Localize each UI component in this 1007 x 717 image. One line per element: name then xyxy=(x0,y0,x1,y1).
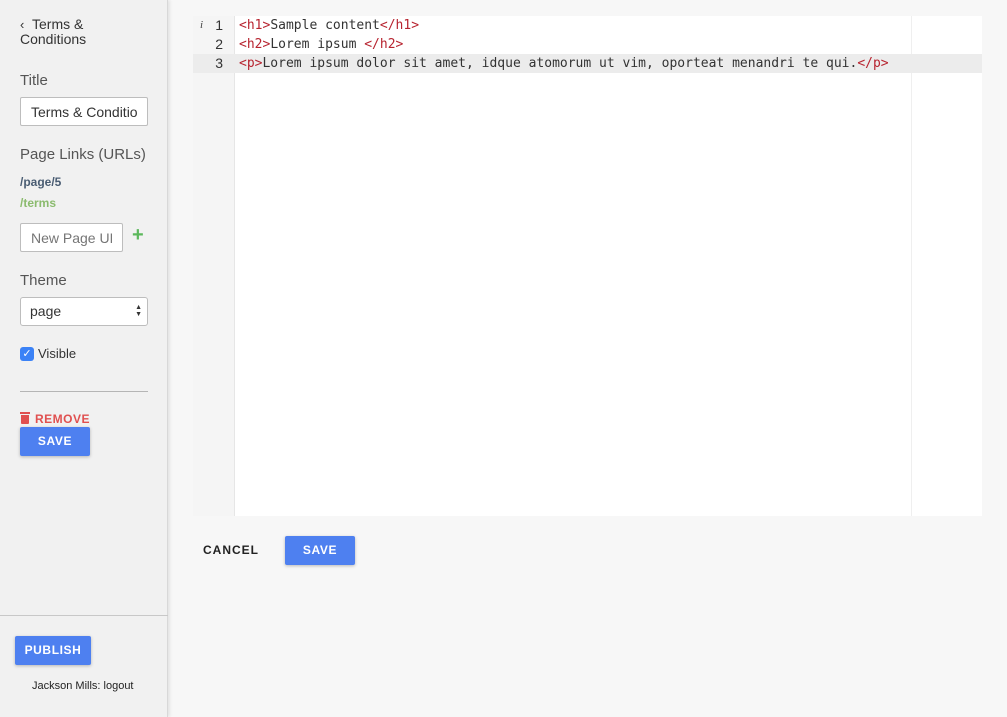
divider xyxy=(0,615,168,616)
divider xyxy=(20,391,148,392)
code-text: <h2>Lorem ipsum </h2> xyxy=(239,35,403,54)
chevron-left-icon: ‹ xyxy=(20,17,25,32)
line-number: 2 xyxy=(215,36,223,52)
remove-button[interactable]: REMOVE xyxy=(20,411,91,426)
code-content: Lorem ipsum xyxy=(270,37,365,52)
new-page-url-input[interactable] xyxy=(20,223,123,252)
remove-label: REMOVE xyxy=(35,412,91,426)
save-button[interactable]: SAVE xyxy=(285,536,355,565)
trash-icon xyxy=(20,411,30,424)
sidebar: ‹ Terms & Conditions Title Page Links (UR… xyxy=(0,0,168,717)
back-label-line2: Conditions xyxy=(20,31,87,47)
page-links-label: Page Links (URLs) xyxy=(20,146,146,163)
code-text: <p>Lorem ipsum dolor sit amet, idque ato… xyxy=(239,54,889,73)
page-link[interactable]: /page/5 xyxy=(20,175,61,189)
code-content: Lorem ipsum dolor sit amet, idque atomor… xyxy=(262,56,858,71)
html-tag: </p> xyxy=(857,56,889,71)
title-input[interactable] xyxy=(20,97,148,126)
back-label-line1: Terms & xyxy=(32,16,84,32)
visible-checkbox[interactable]: ✓ xyxy=(20,346,34,361)
code-line[interactable]: i 1 <h1>Sample content</h1> xyxy=(193,16,982,35)
cancel-button[interactable]: CANCEL xyxy=(203,543,259,557)
visible-toggle[interactable]: ✓ Visible xyxy=(20,346,76,361)
line-number: 3 xyxy=(215,55,223,71)
page-link[interactable]: /terms xyxy=(20,196,56,210)
code-line[interactable]: 2 <h2>Lorem ipsum </h2> xyxy=(193,35,982,54)
publish-button[interactable]: PUBLISH xyxy=(15,636,91,665)
html-tag: <h2> xyxy=(239,37,271,52)
line-gutter xyxy=(193,16,235,516)
title-label: Title xyxy=(20,72,48,89)
theme-label: Theme xyxy=(20,272,67,289)
html-tag: <h1> xyxy=(239,18,271,33)
code-content: Sample content xyxy=(270,18,380,33)
visible-label: Visible xyxy=(38,346,77,361)
print-margin xyxy=(911,16,912,516)
back-link[interactable]: ‹ Terms & Conditions xyxy=(20,17,160,47)
code-editor[interactable]: i 1 <h1>Sample content</h1> 2 <h2>Lorem … xyxy=(193,16,982,516)
code-text: <h1>Sample content</h1> xyxy=(239,16,419,35)
select-arrows-icon: ▲ ▼ xyxy=(135,304,142,318)
theme-select-value: page xyxy=(30,303,62,319)
line-number: 1 xyxy=(215,17,223,33)
add-link-plus-icon[interactable]: + xyxy=(132,225,144,245)
code-line-active[interactable]: 3 <p>Lorem ipsum dolor sit amet, idque a… xyxy=(193,54,982,73)
sidebar-save-button[interactable]: SAVE xyxy=(20,427,90,456)
html-tag: <p> xyxy=(239,56,263,71)
html-tag: </h2> xyxy=(364,37,404,52)
user-logout-link[interactable]: Jackson Mills: logout xyxy=(32,680,134,692)
html-tag: </h1> xyxy=(379,18,420,33)
theme-select[interactable]: page ▲ ▼ xyxy=(20,297,148,326)
